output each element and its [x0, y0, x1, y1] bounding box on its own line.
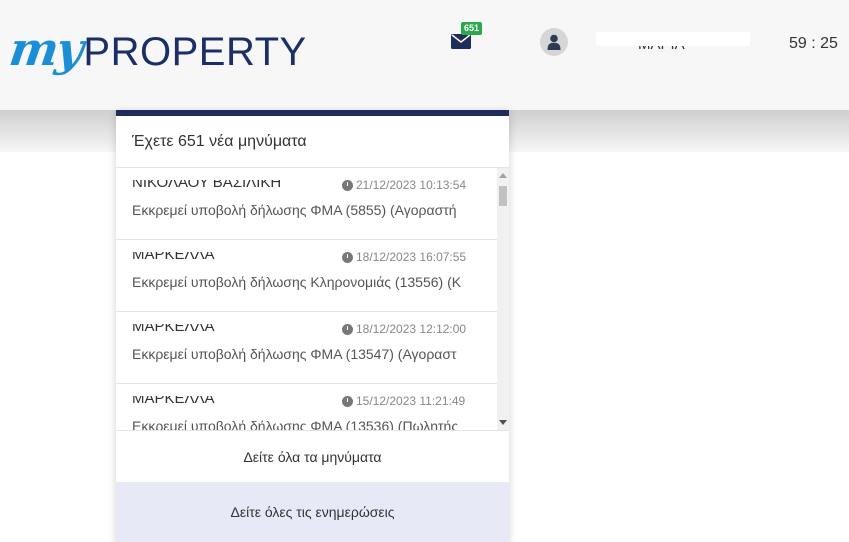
clock-icon: [342, 395, 353, 407]
redaction-box: [596, 32, 750, 46]
message-sender: ΜΑΡΚΕΛΛΑ: [132, 396, 215, 407]
messages-button[interactable]: 651: [451, 22, 483, 50]
message-item[interactable]: ΜΑΡΚΕΛΛΑ 15/12/2023 11:21:49 Εκκρεμεί υπ…: [116, 384, 509, 430]
clock-icon: [342, 323, 353, 335]
top-header: my PROPERTY 651 ΜΑΡΙΑ 59 : 25: [0, 0, 849, 110]
envelope-icon: [451, 34, 471, 49]
dropdown-title: Έχετε 651 νέα μηνύματα: [116, 116, 509, 168]
see-all-messages-link[interactable]: Δείτε όλα τα μηνύματα: [116, 430, 509, 482]
message-time: 18/12/2023 12:12:00: [342, 322, 466, 336]
user-avatar: [540, 28, 568, 56]
message-text: Εκκρεμεί υποβολή δήλωσης ΦΜΑ (5855) (Αγο…: [132, 202, 457, 218]
user-name-area: ΜΑΡΙΑ: [590, 32, 750, 53]
message-item[interactable]: ΜΑΡΚΕΛΛΑ 18/12/2023 16:07:55 Εκκρεμεί υπ…: [116, 240, 509, 312]
clock-icon: [342, 251, 353, 263]
logo-prefix: my: [6, 22, 86, 76]
messages-list[interactable]: ΝΙΚΟΛΑΟΥ ΒΑΣΙΛΙΚΗ 21/12/2023 10:13:54 Εκ…: [116, 168, 509, 430]
message-sender: ΝΙΚΟΛΑΟΥ ΒΑΣΙΛΙΚΗ: [132, 180, 282, 191]
message-item[interactable]: ΝΙΚΟΛΑΟΥ ΒΑΣΙΛΙΚΗ 21/12/2023 10:13:54 Εκ…: [116, 168, 509, 240]
scroll-down-arrow-icon[interactable]: [499, 420, 507, 425]
user-menu[interactable]: ΜΑΡΙΑ: [540, 28, 750, 56]
message-sender: ΜΑΡΚΕΛΛΑ: [132, 252, 215, 263]
see-all-updates-link[interactable]: Δείτε όλες τις ενημερώσεις: [116, 482, 509, 542]
scroll-thumb[interactable]: [499, 186, 507, 206]
list-scrollbar[interactable]: [497, 168, 509, 430]
clock-icon: [342, 179, 353, 191]
message-item[interactable]: ΜΑΡΚΕΛΛΑ 18/12/2023 12:12:00 Εκκρεμεί υπ…: [116, 312, 509, 384]
scroll-up-arrow-icon[interactable]: [499, 173, 507, 178]
unread-count-badge: 651: [461, 22, 483, 35]
message-time: 21/12/2023 10:13:54: [342, 178, 466, 192]
myproperty-logo[interactable]: my PROPERTY: [6, 12, 307, 76]
logo-name: PROPERTY: [83, 30, 307, 74]
message-time: 18/12/2023 16:07:55: [342, 250, 466, 264]
message-sender: ΜΑΡΚΕΛΛΑ: [132, 324, 215, 335]
message-time: 15/12/2023 11:21:49: [342, 394, 465, 408]
message-text: Εκκρεμεί υποβολή δήλωσης Κληρονομιάς (13…: [132, 274, 462, 290]
message-text: Εκκρεμεί υποβολή δήλωσης ΦΜΑ (13536) (Πω…: [132, 418, 459, 430]
session-timer: 59 : 25: [789, 35, 838, 52]
user-icon: [547, 34, 561, 50]
messages-dropdown: Έχετε 651 νέα μηνύματα ΝΙΚΟΛΑΟΥ ΒΑΣΙΛΙΚΗ…: [116, 110, 509, 542]
message-text: Εκκρεμεί υποβολή δήλωσης ΦΜΑ (13547) (Αγ…: [132, 346, 457, 362]
